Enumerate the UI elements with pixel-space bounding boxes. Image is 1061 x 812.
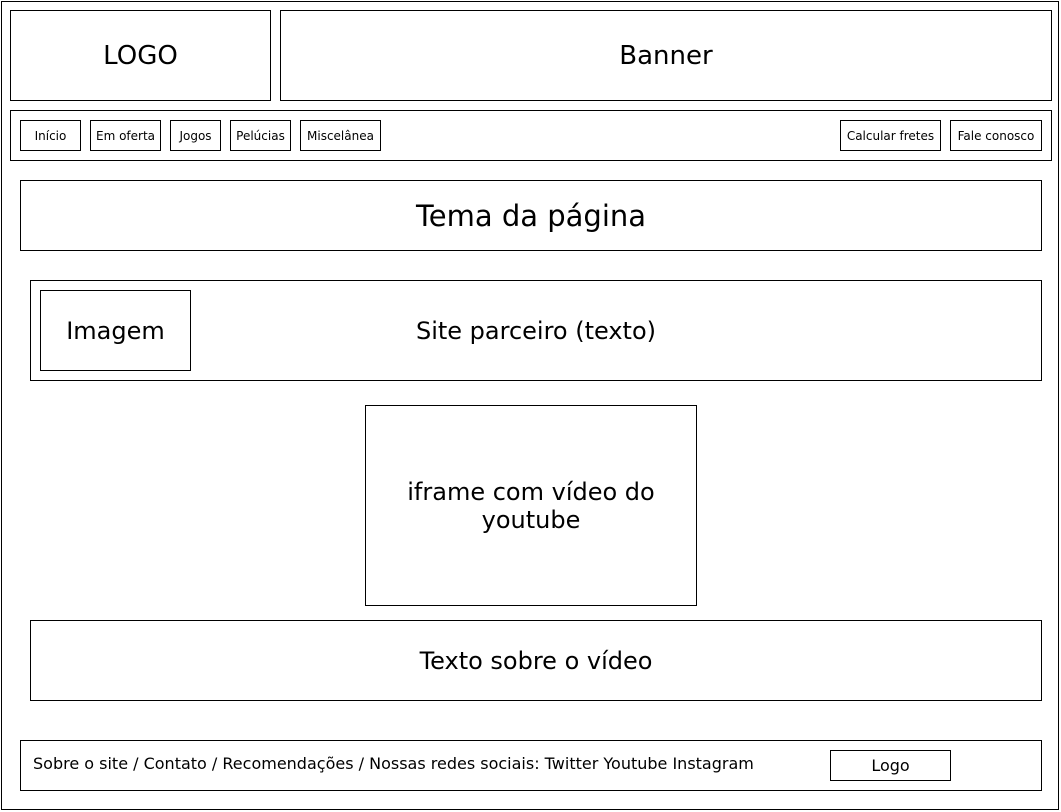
partner-image-box: Imagem (40, 290, 191, 371)
partner-image-label: Imagem (66, 316, 165, 345)
footer-link-redes-sociais[interactable]: Nossas redes sociais: Twitter Youtube In… (369, 754, 754, 773)
nav-item-label: Jogos (179, 128, 212, 143)
footer-separator: / (128, 754, 144, 773)
youtube-iframe-label: iframe com vídeo do youtube (407, 477, 655, 534)
nav-item-label: Fale conosco (957, 128, 1035, 143)
nav-item-label: Início (34, 128, 67, 143)
footer-logo-box[interactable]: Logo (830, 750, 951, 781)
banner-text: Banner (619, 40, 713, 71)
page-theme-title: Tema da página (415, 198, 647, 233)
video-text-box: Texto sobre o vídeo (30, 620, 1042, 701)
nav-item-miscelanea[interactable]: Miscelânea (300, 120, 381, 151)
nav-item-em-oferta[interactable]: Em oferta (90, 120, 161, 151)
nav-item-fale-conosco[interactable]: Fale conosco (950, 120, 1042, 151)
nav-item-inicio[interactable]: Início (20, 120, 81, 151)
nav-item-label: Pelúcias (236, 128, 285, 143)
nav-item-jogos[interactable]: Jogos (170, 120, 221, 151)
logo-text: LOGO (103, 40, 178, 71)
nav-item-label: Calcular fretes (846, 128, 935, 143)
nav-item-label: Em oferta (95, 128, 156, 143)
video-text-label: Texto sobre o vídeo (419, 646, 653, 675)
youtube-iframe-box[interactable]: iframe com vídeo do youtube (365, 405, 697, 606)
footer-separator: / (206, 754, 223, 773)
page-theme-box: Tema da página (20, 180, 1042, 251)
footer-link-recomendacoes[interactable]: Recomendações (222, 754, 353, 773)
footer-separator: / (353, 754, 370, 773)
logo-box[interactable]: LOGO (10, 10, 271, 101)
banner-box: Banner (280, 10, 1052, 101)
nav-item-calcular-fretes[interactable]: Calcular fretes (840, 120, 941, 151)
footer-link-contato[interactable]: Contato (144, 754, 207, 773)
footer-link-sobre[interactable]: Sobre o site (33, 754, 128, 773)
nav-item-pelucias[interactable]: Pelúcias (230, 120, 291, 151)
nav-item-label: Miscelânea (307, 128, 374, 143)
footer-logo-text: Logo (871, 756, 910, 775)
partner-site-text: Site parceiro (texto) (415, 316, 657, 345)
footer-links: Sobre o site / Contato / Recomendações /… (33, 754, 754, 773)
